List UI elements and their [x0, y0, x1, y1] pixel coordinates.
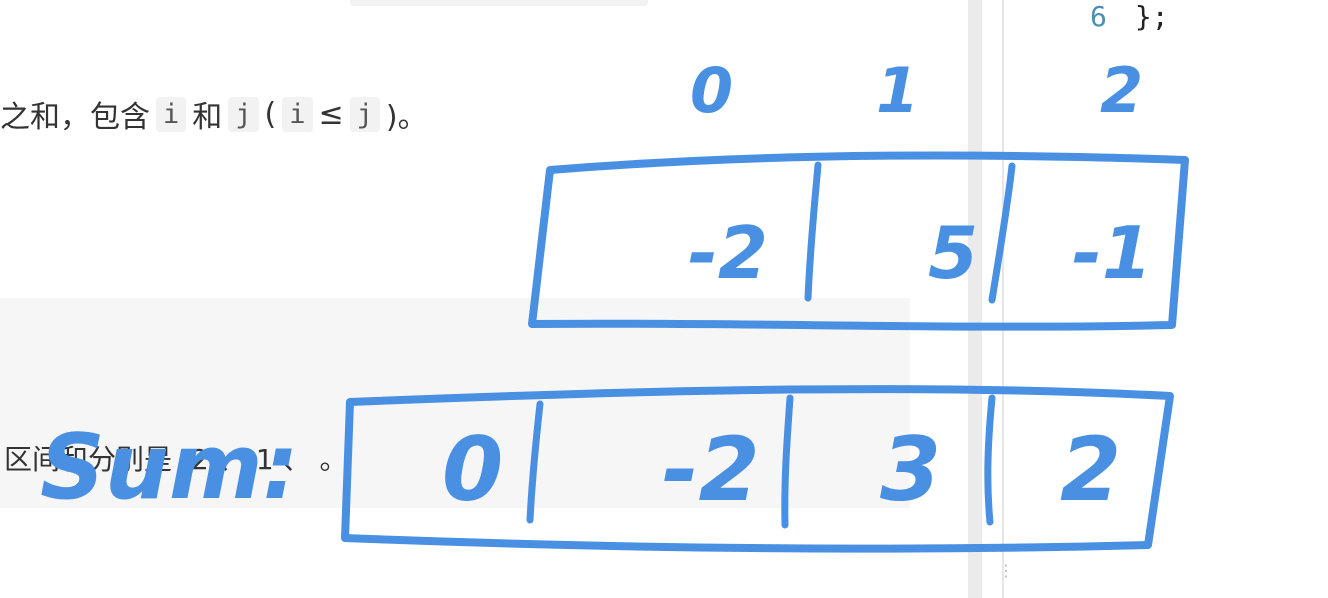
array-cell-1: 5 — [928, 211, 978, 295]
array-cell-2: -1 — [1072, 211, 1152, 295]
array-cell-0: -2 — [688, 211, 768, 295]
sum-cell-3: 2 — [1060, 418, 1121, 521]
sum-box-divider-1 — [526, 400, 544, 524]
sum-box-divider-2 — [781, 394, 794, 529]
index-label-2: 2 — [1100, 54, 1143, 127]
sum-box-divider-3 — [984, 394, 996, 526]
index-label-1: 1 — [876, 54, 919, 127]
array-box-divider-1 — [804, 161, 822, 302]
handwritten-annotation-layer: 0 1 2 -2 5 -1 Sum: 0 -2 3 2 — [40, 54, 1189, 553]
sum-label: Sum: — [40, 415, 299, 520]
sum-cell-2: 3 — [880, 418, 941, 521]
index-label-0: 0 — [690, 54, 733, 127]
array-box-divider-2 — [988, 162, 1016, 304]
sum-cell-0: 0 — [442, 418, 503, 521]
sum-cell-1: -2 — [662, 418, 760, 521]
